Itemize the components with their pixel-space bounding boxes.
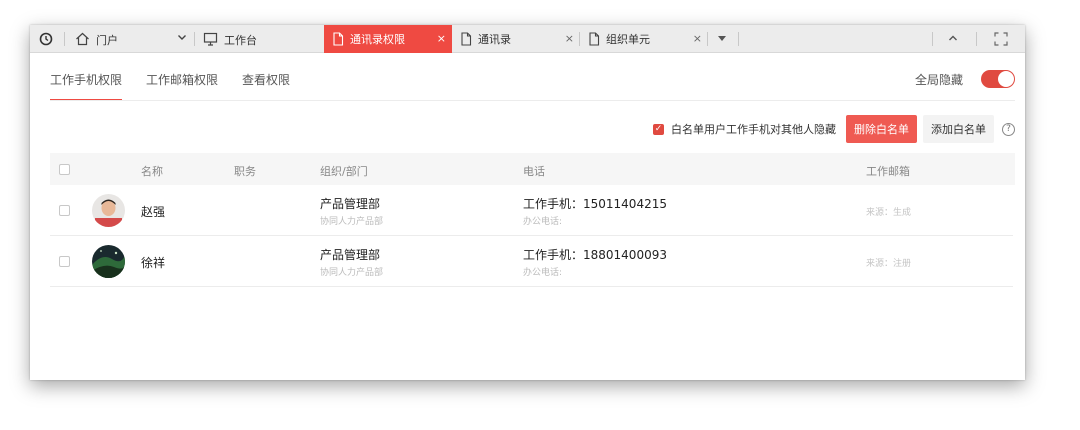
monitor-icon[interactable] <box>202 31 218 47</box>
history-icon[interactable] <box>38 31 54 47</box>
file-icon <box>588 32 600 46</box>
avatar <box>92 245 125 278</box>
home-icon[interactable] <box>74 31 90 47</box>
divider <box>932 32 933 46</box>
add-whitelist-button[interactable]: 添加白名单 <box>923 115 994 143</box>
user-office-phone: 办公电话: <box>523 268 563 278</box>
file-icon <box>460 32 472 46</box>
avatar <box>92 194 125 227</box>
close-icon[interactable]: × <box>693 32 702 45</box>
tab-label: 通讯录 <box>478 33 511 46</box>
subtab-label: 工作手机权限 <box>50 73 123 87</box>
whitelist-hide-label: 白名单用户工作手机对其他人隐藏 <box>671 123 836 136</box>
header-phone: 电话 <box>523 165 545 178</box>
home-tab-label[interactable]: 门户 <box>96 32 118 48</box>
tab-contacts-permission[interactable]: 通讯录权限 × <box>324 25 452 53</box>
select-all-checkbox[interactable] <box>59 164 70 175</box>
subtab-label: 查看权限 <box>242 73 291 87</box>
app-window: 门户 工作台 通讯录权限 × 通讯录 × 组织单元 × 工作手机权限 工作邮箱权… <box>30 25 1025 380</box>
header-name: 名称 <box>141 165 163 178</box>
user-name: 赵强 <box>141 205 166 219</box>
tab-label: 组织单元 <box>606 33 650 46</box>
user-office-phone: 办公电话: <box>523 217 563 227</box>
user-dept: 产品管理部 <box>320 197 381 211</box>
delete-whitelist-button[interactable]: 删除白名单 <box>846 115 917 143</box>
table-row[interactable]: 赵强 产品管理部 协同人力产品部 工作手机：15011404215 办公电话: … <box>50 185 1013 236</box>
tab-contacts[interactable]: 通讯录 × <box>452 25 580 53</box>
user-mail-source: 来源：注册 <box>866 259 912 269</box>
file-icon <box>332 32 344 46</box>
whitelist-hide-checkbox[interactable]: ✓ <box>653 123 664 135</box>
divider <box>194 32 195 46</box>
subtab-view[interactable]: 查看权限 <box>242 71 290 101</box>
user-work-phone: 工作手机：15011404215 <box>523 197 667 211</box>
header-dept: 组织/部门 <box>320 165 368 178</box>
row-checkbox[interactable] <box>59 256 70 267</box>
subtab-label: 工作邮箱权限 <box>146 73 219 87</box>
permission-subtabs: 工作手机权限 工作邮箱权限 查看权限 <box>50 71 314 101</box>
user-name: 徐祥 <box>141 256 166 270</box>
header-mail: 工作邮箱 <box>866 165 910 178</box>
global-hide-label: 全局隐藏 <box>914 72 963 87</box>
table-header: 名称 职务 组织/部门 电话 工作邮箱 <box>50 153 1015 185</box>
global-hide-toggle[interactable] <box>981 70 1015 88</box>
help-icon[interactable]: ? <box>1002 122 1015 136</box>
tab-bar: 门户 工作台 通讯录权限 × 通讯录 × 组织单元 × <box>30 25 1025 53</box>
user-dept-sub: 协同人力产品部 <box>320 268 384 278</box>
fullscreen-icon[interactable] <box>994 32 1008 49</box>
divider <box>64 32 65 46</box>
row-checkbox[interactable] <box>59 205 70 216</box>
tab-label: 通讯录权限 <box>350 33 405 46</box>
close-icon[interactable]: × <box>565 32 574 45</box>
global-hide-setting: 全局隐藏 <box>915 70 1015 88</box>
subtab-work-phone[interactable]: 工作手机权限 <box>50 71 123 101</box>
tab-org-unit[interactable]: 组织单元 × <box>580 25 708 53</box>
user-dept-sub: 协同人力产品部 <box>320 217 384 227</box>
divider <box>976 32 977 46</box>
workbench-tab-label[interactable]: 工作台 <box>224 32 257 48</box>
divider <box>738 32 739 46</box>
subtab-divider <box>50 100 1015 101</box>
whitelist-actions: ✓ 白名单用户工作手机对其他人隐藏 删除白名单 添加白名单 ? <box>653 115 1015 143</box>
user-dept: 产品管理部 <box>320 248 381 262</box>
chevron-up-icon[interactable] <box>947 32 959 47</box>
header-position: 职务 <box>234 165 256 178</box>
table-row[interactable]: 徐祥 产品管理部 协同人力产品部 工作手机：18801400093 办公电话: … <box>50 236 1013 287</box>
close-icon[interactable]: × <box>437 32 446 45</box>
user-mail-source: 来源：生成 <box>866 208 912 218</box>
user-work-phone: 工作手机：18801400093 <box>523 248 667 262</box>
subtab-work-email[interactable]: 工作邮箱权限 <box>146 71 218 101</box>
chevron-down-icon[interactable] <box>176 31 188 46</box>
tab-overflow-icon[interactable] <box>717 33 727 46</box>
